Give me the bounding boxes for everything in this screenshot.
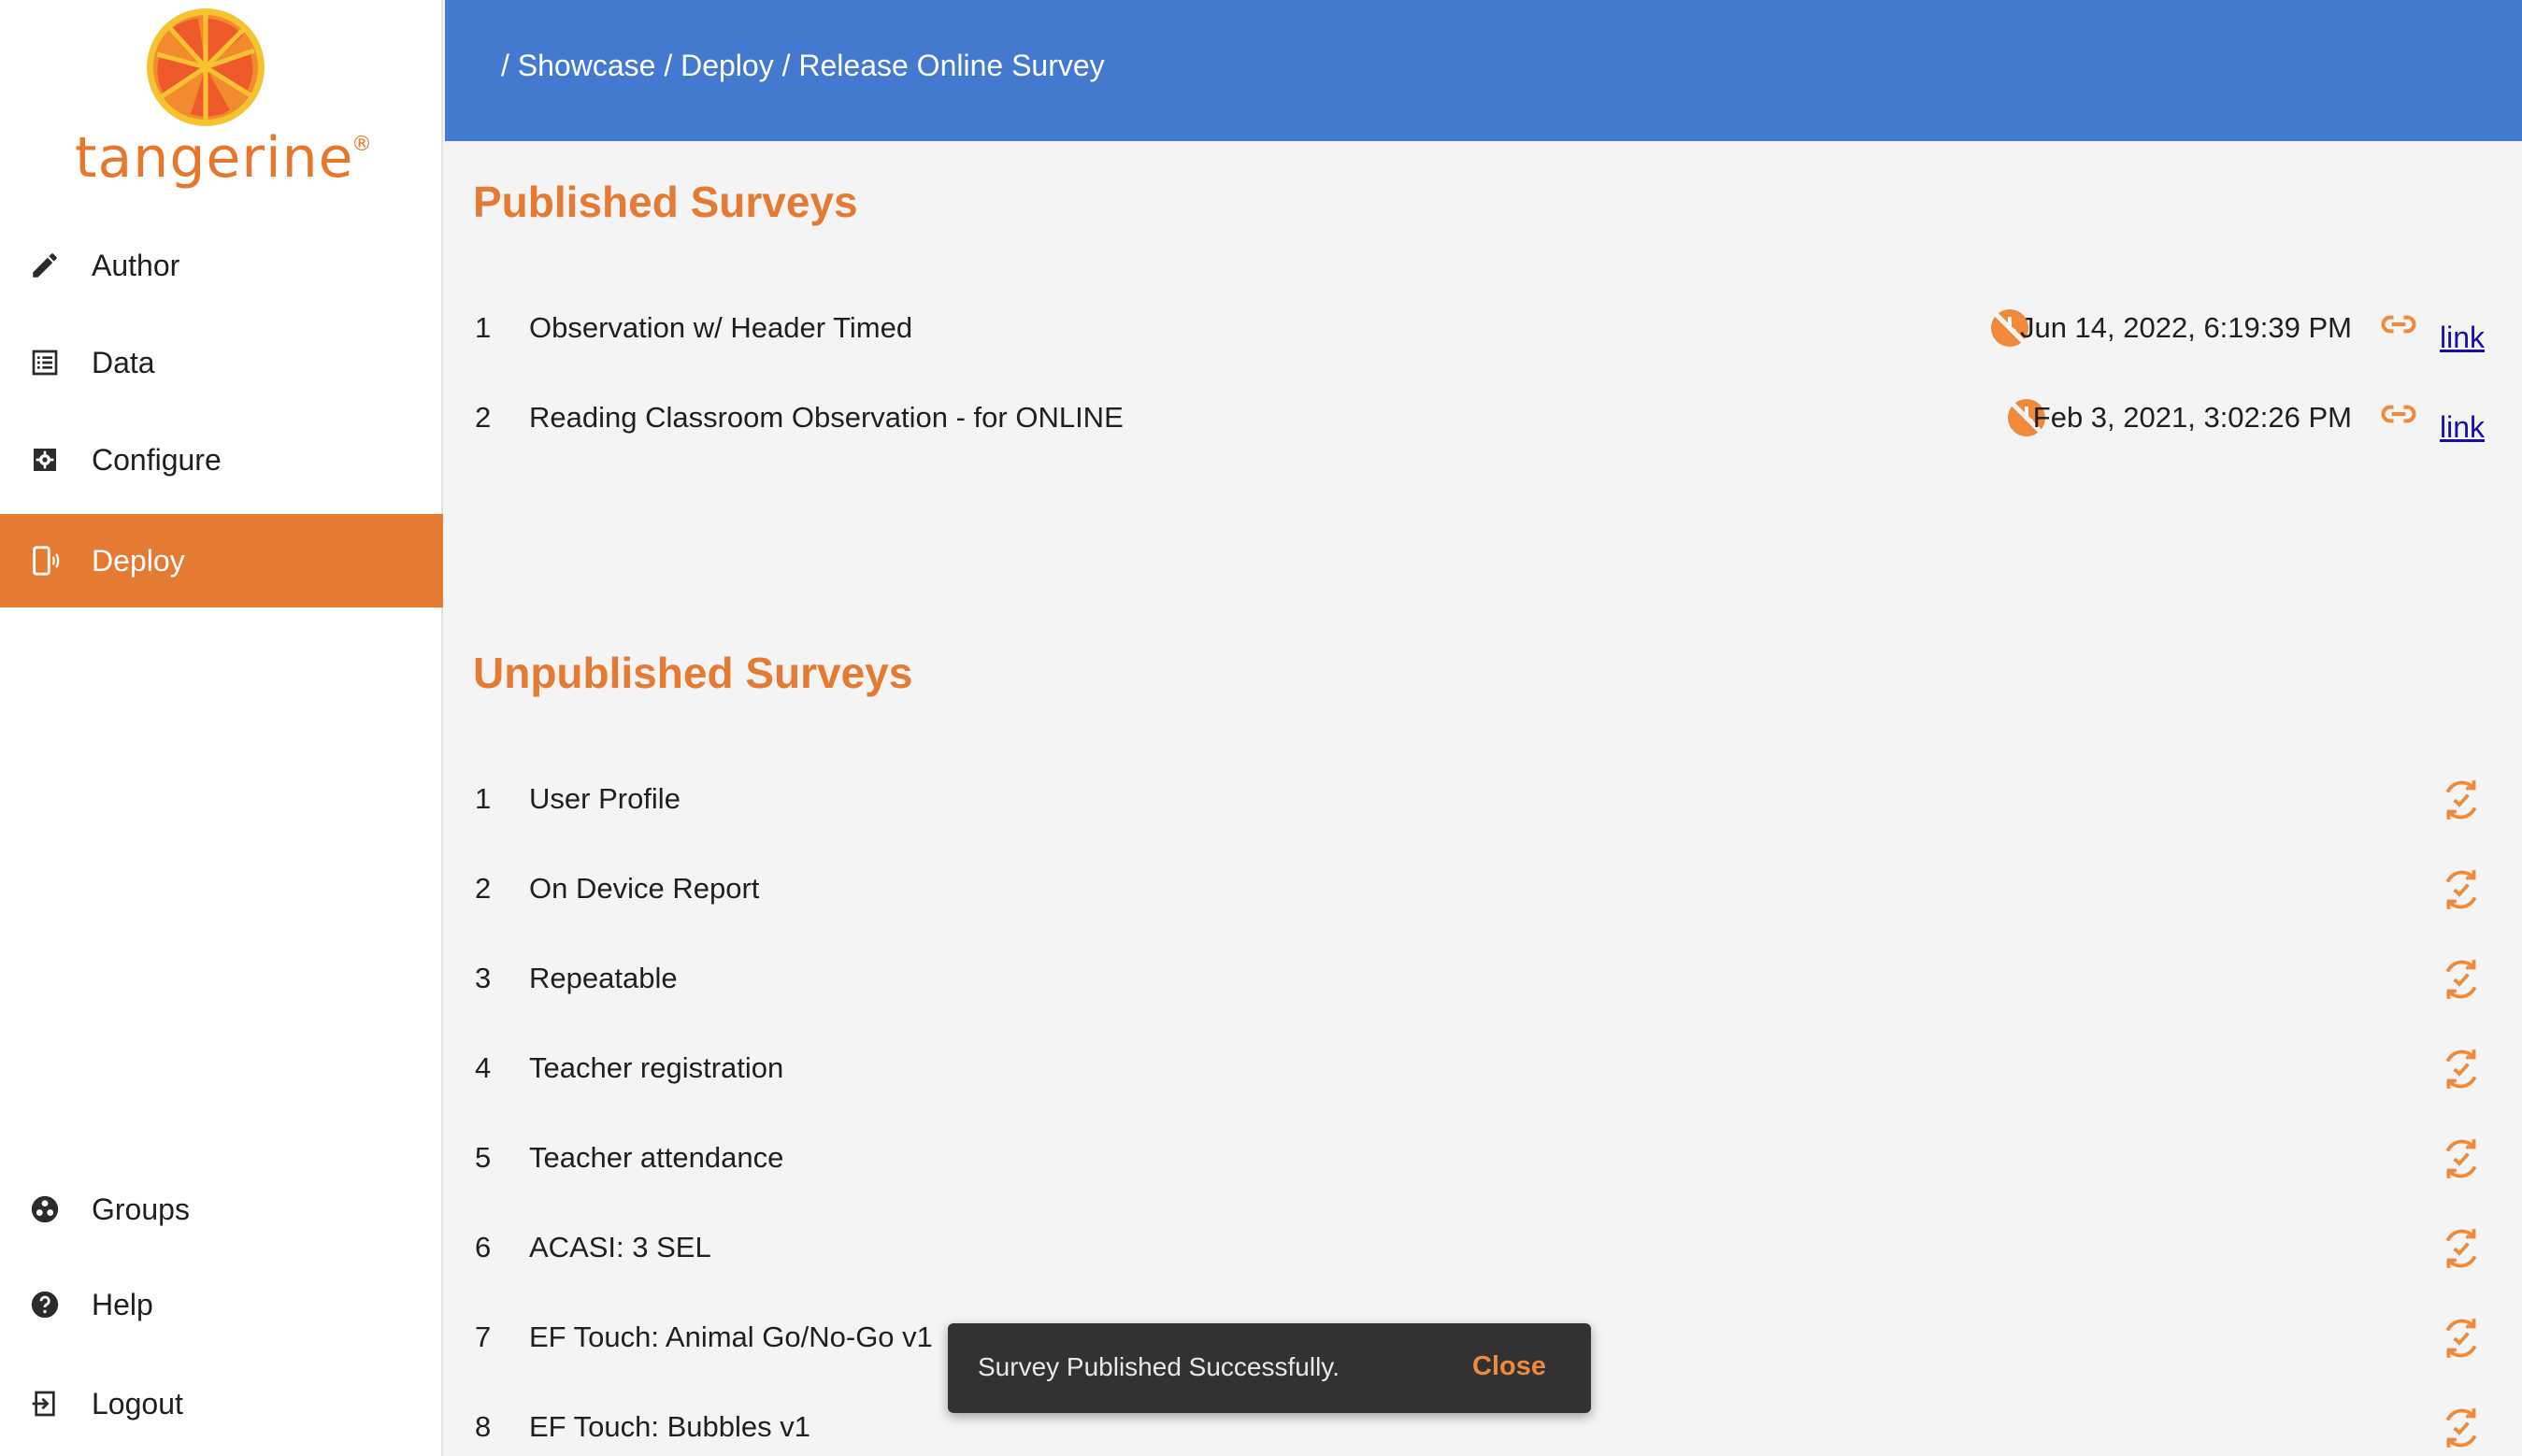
sidebar-item-help[interactable]: Help [0,1258,443,1351]
tangerine-slice-icon [147,8,265,126]
published-date: Jun 14, 2022, 6:19:39 PM [2019,311,2352,344]
sidebar-item-deploy[interactable]: Deploy [0,514,443,607]
link-icon[interactable] [2378,393,2419,435]
sidebar-item-label: Help [92,1287,153,1321]
row-number: 1 [475,311,492,344]
unpublished-survey-row: 5 Teacher attendance [445,1139,2522,1197]
survey-title: Reading Classroom Observation - for ONLI… [529,401,1124,434]
row-number: 2 [475,401,492,434]
tangerine-logo[interactable]: tangerine ® [75,6,374,202]
groups-icon [26,1191,64,1228]
sidebar-item-logout[interactable]: Logout [0,1357,443,1450]
device-icon [26,542,64,579]
survey-link[interactable]: link [2440,321,2485,355]
publish-icon[interactable] [2438,1135,2485,1182]
pencil-icon [26,247,64,284]
published-survey-row: 1 Observation w/ Header Timed Jun 14, 20… [445,309,2522,367]
publish-icon[interactable] [2438,1046,2485,1092]
sidebar-item-label: Data [92,345,155,379]
settings-icon [26,441,64,478]
row-number: 5 [475,1141,492,1174]
publish-icon[interactable] [2438,1315,2485,1362]
registered-mark: ® [351,133,372,156]
unpublished-survey-row: 6 ACASI: 3 SEL [445,1229,2522,1287]
survey-title: Repeatable [529,962,678,994]
publish-icon[interactable] [2438,777,2485,823]
publish-icon[interactable] [2438,1405,2485,1451]
publish-icon[interactable] [2438,866,2485,913]
unpublished-survey-row: 3 Repeatable [445,960,2522,1018]
sidebar-item-label: Configure [92,442,222,477]
unpublished-survey-row: 2 On Device Report [445,870,2522,928]
row-number: 1 [475,782,492,815]
publish-icon[interactable] [2438,956,2485,1003]
page-title-cutoff [884,0,1370,6]
unpublished-survey-row: 1 User Profile [445,780,2522,838]
unpublished-surveys-heading: Unpublished Surveys [473,649,913,697]
published-surveys-heading: Published Surveys [473,178,858,226]
survey-title: EF Touch: Animal Go/No-Go v1 [529,1320,933,1353]
survey-link[interactable]: link [2440,410,2485,445]
help-icon [26,1286,64,1323]
sidebar-item-author[interactable]: Author [0,219,443,312]
row-number: 4 [475,1051,492,1084]
list-icon [26,344,64,381]
row-number: 3 [475,962,492,994]
snackbar: Survey Published Successfully. Close [948,1323,1591,1413]
sidebar-item-label: Deploy [92,543,185,578]
publish-icon[interactable] [2438,1225,2485,1272]
row-number: 8 [475,1410,492,1443]
published-date: Feb 3, 2021, 3:02:26 PM [2032,401,2352,434]
row-number: 7 [475,1320,492,1353]
app-root: tangerine ® Author Data Configure Deploy… [0,0,2522,1456]
logout-icon [26,1385,64,1422]
sidebar-item-groups[interactable]: Groups [0,1163,443,1256]
main-content: Published Surveys 1 Observation w/ Heade… [445,141,2522,1456]
survey-title: Observation w/ Header Timed [529,311,913,344]
unpublished-survey-row: 4 Teacher registration [445,1049,2522,1107]
snackbar-close-button[interactable]: Close [1472,1351,1546,1382]
sidebar-item-configure[interactable]: Configure [0,413,443,507]
survey-title: On Device Report [529,872,760,905]
sidebar-item-label: Author [92,248,180,282]
row-number: 2 [475,872,492,905]
row-number: 6 [475,1231,492,1263]
snackbar-message: Survey Published Successfully. [978,1352,1340,1381]
sidebar-item-label: Logout [92,1386,183,1420]
survey-title: User Profile [529,782,681,815]
sidebar-item-data[interactable]: Data [0,316,443,409]
published-survey-row: 2 Reading Classroom Observation - for ON… [445,399,2522,457]
survey-title: Teacher registration [529,1051,784,1084]
unpublished-survey-row: 8 EF Touch: Bubbles v1 [445,1408,2522,1456]
survey-title: EF Touch: Bubbles v1 [529,1410,810,1443]
breadcrumb[interactable]: / Showcase / Deploy / Release Online Sur… [501,49,1105,83]
survey-title: Teacher attendance [529,1141,784,1174]
sidebar: tangerine ® Author Data Configure Deploy… [0,0,443,1456]
link-icon[interactable] [2378,304,2419,345]
sidebar-item-label: Groups [92,1192,190,1226]
survey-title: ACASI: 3 SEL [529,1231,711,1263]
top-bar: / Showcase / Deploy / Release Online Sur… [445,0,2522,141]
brand-name: tangerine [75,125,354,191]
